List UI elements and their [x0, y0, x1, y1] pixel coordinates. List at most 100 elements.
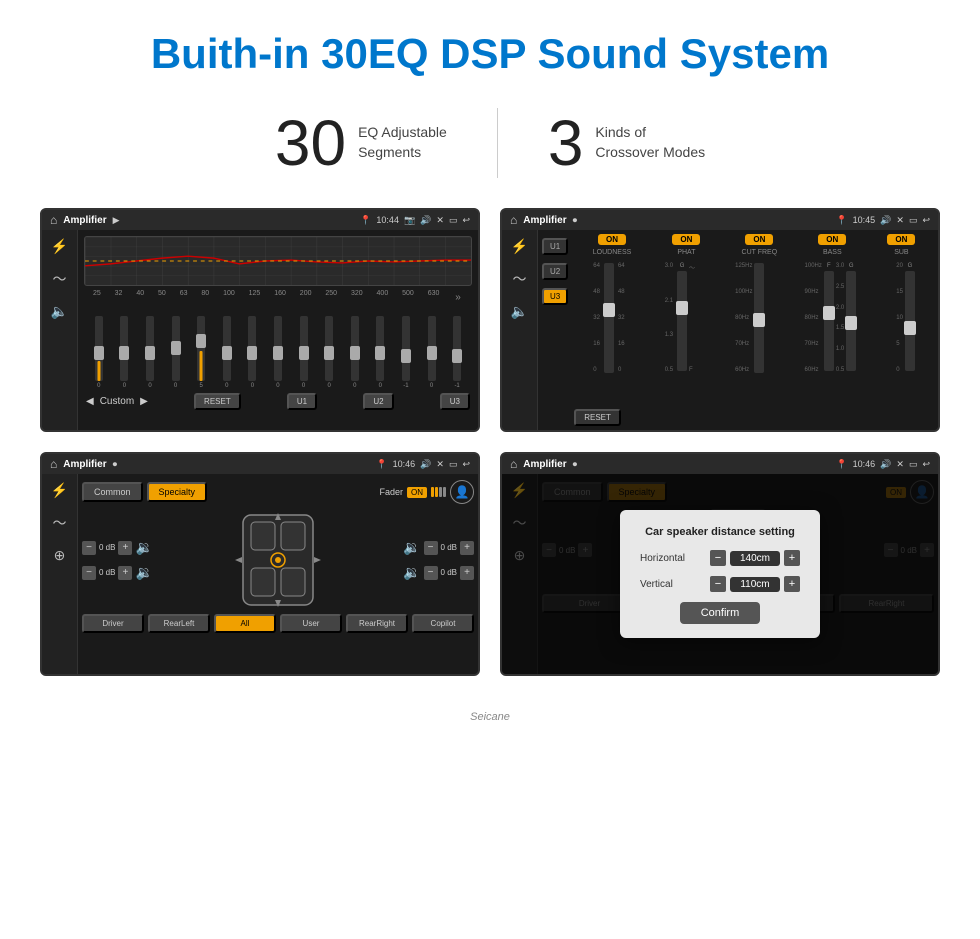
vertical-value: 110cm [730, 577, 780, 592]
screen1-title: Amplifier [63, 215, 106, 226]
screen1-body: ⚡ 〜 🔈 [42, 230, 478, 430]
screen3-side-icons: ⚡ 〜 ⊕ [42, 474, 78, 674]
prev-icon[interactable]: ◀ [86, 396, 94, 407]
wave-icon-2[interactable]: 〜 [513, 269, 527, 289]
thumb-1[interactable] [94, 346, 104, 360]
all-btn[interactable]: All [214, 614, 276, 633]
ch-loudness: ON LOUDNESS [593, 234, 632, 256]
home-icon-4[interactable]: ⌂ [510, 457, 517, 471]
u2-preset[interactable]: U2 [542, 263, 568, 280]
eq-slider-2: 0 [120, 316, 128, 389]
screen1-time: 10:44 [376, 215, 399, 225]
next-icon[interactable]: ▶ [140, 396, 148, 407]
u1-button[interactable]: U1 [287, 393, 317, 410]
u3-button[interactable]: U3 [440, 393, 470, 410]
rear-left-btn[interactable]: RearLeft [148, 614, 210, 633]
confirm-button[interactable]: Confirm [680, 602, 760, 624]
thumb-2[interactable] [119, 346, 129, 360]
fr-plus[interactable]: + [460, 541, 474, 555]
rl-db: 0 dB [99, 568, 115, 577]
sub-slider[interactable] [905, 271, 915, 371]
stat-eq: 30 EQ Adjustable Segments [225, 111, 497, 175]
eq-icon[interactable]: ⚡ [51, 238, 68, 255]
specialty-btn[interactable]: Specialty [147, 482, 208, 502]
screen1-status-bar: ⌂ Amplifier ▶ 📍 10:44 📷 🔊 ✕ ▭ ↩ [42, 210, 478, 230]
eq-icon-3[interactable]: ⚡ [51, 482, 68, 499]
modal-overlay: Car speaker distance setting Horizontal … [502, 474, 938, 674]
stat-crossover-label: Kinds of Crossover Modes [595, 123, 705, 162]
phat-on[interactable]: ON [672, 234, 700, 245]
location-icon-4: 📍 [836, 459, 847, 470]
camera-icon: 📷 [404, 215, 415, 226]
ch-bass: ON BASS [818, 234, 846, 256]
speaker-icon[interactable]: 🔈 [51, 303, 68, 320]
u3-preset[interactable]: U3 [542, 288, 568, 305]
cutfreq-slider[interactable] [754, 263, 764, 373]
screen3-content: Common Specialty Fader ON 👤 [78, 474, 478, 674]
screen2-title: Amplifier [523, 215, 566, 226]
rl-minus[interactable]: − [82, 566, 96, 580]
vertical-minus[interactable]: − [710, 576, 726, 592]
home-icon-2[interactable]: ⌂ [510, 213, 517, 227]
location-icon-3: 📍 [376, 459, 387, 470]
minimize-icon: ▭ [449, 215, 458, 226]
bt-icon-3[interactable]: ⊕ [54, 547, 66, 564]
eq-icon-2[interactable]: ⚡ [511, 238, 528, 255]
u2-button[interactable]: U2 [363, 393, 393, 410]
reset-button[interactable]: RESET [194, 393, 241, 410]
copilot-btn[interactable]: Copilot [412, 614, 474, 633]
fl-minus[interactable]: − [82, 541, 96, 555]
screen2-reset-btn[interactable]: RESET [574, 409, 621, 426]
wave-icon-3[interactable]: 〜 [53, 513, 67, 533]
rl-plus[interactable]: + [118, 566, 132, 580]
cutfreq-label: CUT FREQ [742, 249, 778, 256]
sub-on[interactable]: ON [887, 234, 915, 245]
vertical-plus[interactable]: + [784, 576, 800, 592]
loudness-on[interactable]: ON [598, 234, 626, 245]
u1-preset[interactable]: U1 [542, 238, 568, 255]
loudness-slider[interactable] [604, 263, 614, 373]
screen4-time: 10:46 [853, 459, 876, 469]
fl-plus[interactable]: + [118, 541, 132, 555]
screen3-status-bar: ⌂ Amplifier ⏺ 📍 10:46 🔊 ✕ ▭ ↩ [42, 454, 478, 474]
speaker-icon-2[interactable]: 🔈 [511, 303, 528, 320]
close-icon-4: ✕ [896, 459, 904, 470]
bass-slider[interactable] [824, 271, 834, 371]
rr-plus[interactable]: + [460, 566, 474, 580]
watermark: Seicane [0, 706, 980, 733]
rr-minus[interactable]: − [424, 566, 438, 580]
loudness-label: LOUDNESS [593, 249, 632, 256]
volume-icon-3: 🔊 [420, 459, 431, 470]
home-icon-3[interactable]: ⌂ [50, 457, 57, 471]
fr-minus[interactable]: − [424, 541, 438, 555]
user-btn[interactable]: User [280, 614, 342, 633]
eq-slider-3: 0 [146, 316, 154, 389]
rear-right-btn[interactable]: RearRight [346, 614, 408, 633]
cutfreq-on[interactable]: ON [745, 234, 773, 245]
driver-btn[interactable]: Driver [82, 614, 144, 633]
record-icon-3: ⏺ [113, 459, 118, 470]
bass-g-slider[interactable] [846, 271, 856, 371]
screen4-body: ⚡ 〜 ⊕ Common Specialty ON 👤 − 0 dB [502, 474, 938, 674]
fader-label: Fader [379, 487, 403, 497]
horizontal-plus[interactable]: + [784, 550, 800, 566]
wave-icon[interactable]: 〜 [53, 269, 67, 289]
back-icon-3: ↩ [462, 459, 470, 470]
common-btn[interactable]: Common [82, 482, 143, 502]
phat-slider[interactable] [677, 271, 687, 371]
fader-on-btn[interactable]: ON [407, 487, 427, 498]
eq-slider-1: 0 [95, 316, 103, 389]
fl-db: 0 dB [99, 543, 115, 552]
eq-more-arrow[interactable]: » [453, 290, 463, 305]
screen-specialty: ⌂ Amplifier ⏺ 📍 10:46 🔊 ✕ ▭ ↩ ⚡ 〜 ⊕ [40, 452, 480, 676]
sub-label: SUB [894, 249, 908, 256]
horizontal-minus[interactable]: − [710, 550, 726, 566]
bass-on[interactable]: ON [818, 234, 846, 245]
eq-slider-5: 5 [197, 316, 205, 389]
page-title: Buith-in 30EQ DSP Sound System [20, 30, 960, 78]
home-icon[interactable]: ⌂ [50, 213, 57, 227]
stat-eq-number: 30 [275, 111, 346, 175]
volume-icon-2: 🔊 [880, 215, 891, 226]
car-diagram [233, 510, 323, 610]
bottom-btns: Driver RearLeft All User RearRight Copil… [82, 614, 474, 633]
